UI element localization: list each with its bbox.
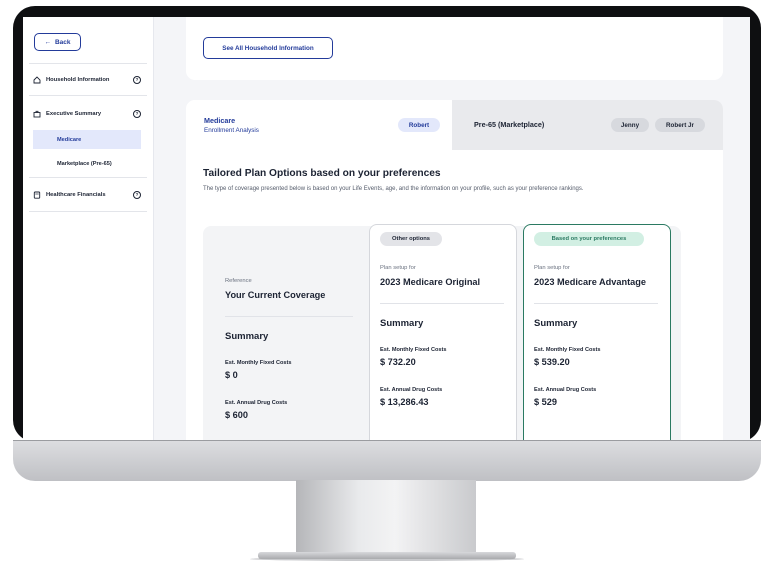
sidebar-divider — [29, 63, 147, 64]
app-screen: ← Back Household Information ? Executive… — [23, 17, 750, 440]
sidebar-subitem-label: Medicare — [57, 136, 82, 143]
briefcase-icon — [33, 110, 41, 118]
home-icon — [33, 76, 41, 84]
sidebar-item-label: Household Information — [46, 77, 110, 83]
tab-title: Medicare — [204, 116, 236, 125]
monthly-costs-label: Est. Monthly Fixed Costs — [380, 347, 447, 353]
plan-name: 2023 Medicare Original — [380, 277, 481, 287]
annual-drug-costs-label: Est. Annual Drug Costs — [534, 387, 597, 393]
section-title: Tailored Plan Options based on your pref… — [203, 168, 441, 179]
column-caption: Reference — [225, 278, 252, 284]
person-badge-robert: Robert — [398, 118, 440, 132]
person-badge-jenny: Jenny — [611, 118, 649, 132]
sidebar-divider — [29, 211, 147, 212]
help-icon[interactable]: ? — [133, 76, 141, 84]
annual-drug-costs-value: $ 529 — [534, 397, 557, 407]
sidebar-divider — [29, 177, 147, 178]
plan-column-current: Reference Your Current Coverage Summary … — [203, 226, 368, 440]
sidebar-item-household[interactable]: Household Information ? — [33, 74, 141, 86]
monitor-chin — [13, 440, 761, 481]
see-all-household-button[interactable]: See All Household Information — [203, 37, 333, 59]
column-divider — [225, 316, 353, 317]
plan-name: Your Current Coverage — [225, 290, 326, 300]
monthly-costs-value: $ 0 — [225, 370, 238, 380]
annual-drug-costs-label: Est. Annual Drug Costs — [380, 387, 443, 393]
enrollment-card: Medicare Enrollment Analysis Robert Pre-… — [186, 100, 723, 440]
plan-name: 2023 Medicare Advantage — [534, 277, 647, 287]
summary-heading: Summary — [380, 318, 424, 329]
plan-comparison: Reference Your Current Coverage Summary … — [203, 224, 681, 440]
sidebar-item-executive-summary[interactable]: Executive Summary ? — [33, 108, 141, 120]
monitor-stand-neck — [296, 480, 476, 554]
calculator-icon — [33, 191, 41, 199]
sidebar: ← Back Household Information ? Executive… — [23, 17, 154, 440]
column-caption: Plan setup for — [534, 265, 570, 271]
monthly-costs-value: $ 732.20 — [380, 357, 416, 367]
tab-title: Pre-65 (Marketplace) — [474, 120, 545, 129]
annual-drug-costs-value: $ 600 — [225, 410, 248, 420]
tab-subtitle: Enrollment Analysis — [204, 127, 259, 134]
help-icon[interactable]: ? — [133, 191, 141, 199]
sidebar-subitem-marketplace[interactable]: Marketplace (Pre-65) — [33, 154, 141, 173]
plan-column-medicare-advantage[interactable]: Based on your preferences Plan setup for… — [523, 224, 671, 440]
plan-column-medicare-original[interactable]: Other options Plan setup for 2023 Medica… — [369, 224, 517, 440]
sidebar-item-healthcare-financials[interactable]: Healthcare Financials ? — [33, 189, 141, 201]
back-label: Back — [54, 38, 71, 46]
annual-drug-costs-label: Est. Annual Drug Costs — [225, 400, 288, 406]
preferred-badge: Based on your preferences — [534, 232, 644, 246]
person-badge-robert-jr: Robert Jr — [655, 118, 705, 132]
summary-heading: Summary — [225, 331, 269, 342]
monthly-costs-label: Est. Monthly Fixed Costs — [225, 360, 292, 366]
tab-medicare[interactable]: Medicare Enrollment Analysis Robert — [186, 100, 452, 150]
tab-pre65-marketplace[interactable]: Pre-65 (Marketplace) Jenny Robert Jr — [452, 100, 723, 150]
sidebar-subitem-label: Marketplace (Pre-65) — [57, 160, 112, 167]
help-icon[interactable]: ? — [133, 110, 141, 118]
monitor-stand-foot — [258, 552, 516, 559]
summary-heading: Summary — [534, 318, 578, 329]
column-caption: Plan setup for — [380, 265, 416, 271]
monthly-costs-label: Est. Monthly Fixed Costs — [534, 347, 601, 353]
monthly-costs-value: $ 539.20 — [534, 357, 570, 367]
section-description: The type of coverage presented below is … — [203, 186, 584, 192]
sidebar-item-label: Healthcare Financials — [46, 192, 106, 198]
sidebar-item-label: Executive Summary — [46, 111, 102, 117]
sidebar-subitem-medicare[interactable]: Medicare — [33, 130, 141, 149]
sidebar-divider — [29, 95, 147, 96]
other-options-badge: Other options — [380, 232, 442, 246]
back-button[interactable]: ← Back — [34, 33, 81, 51]
annual-drug-costs-value: $ 13,286.43 — [380, 397, 429, 407]
column-divider — [380, 303, 504, 304]
column-divider — [534, 303, 658, 304]
arrow-left-icon: ← — [44, 38, 51, 46]
